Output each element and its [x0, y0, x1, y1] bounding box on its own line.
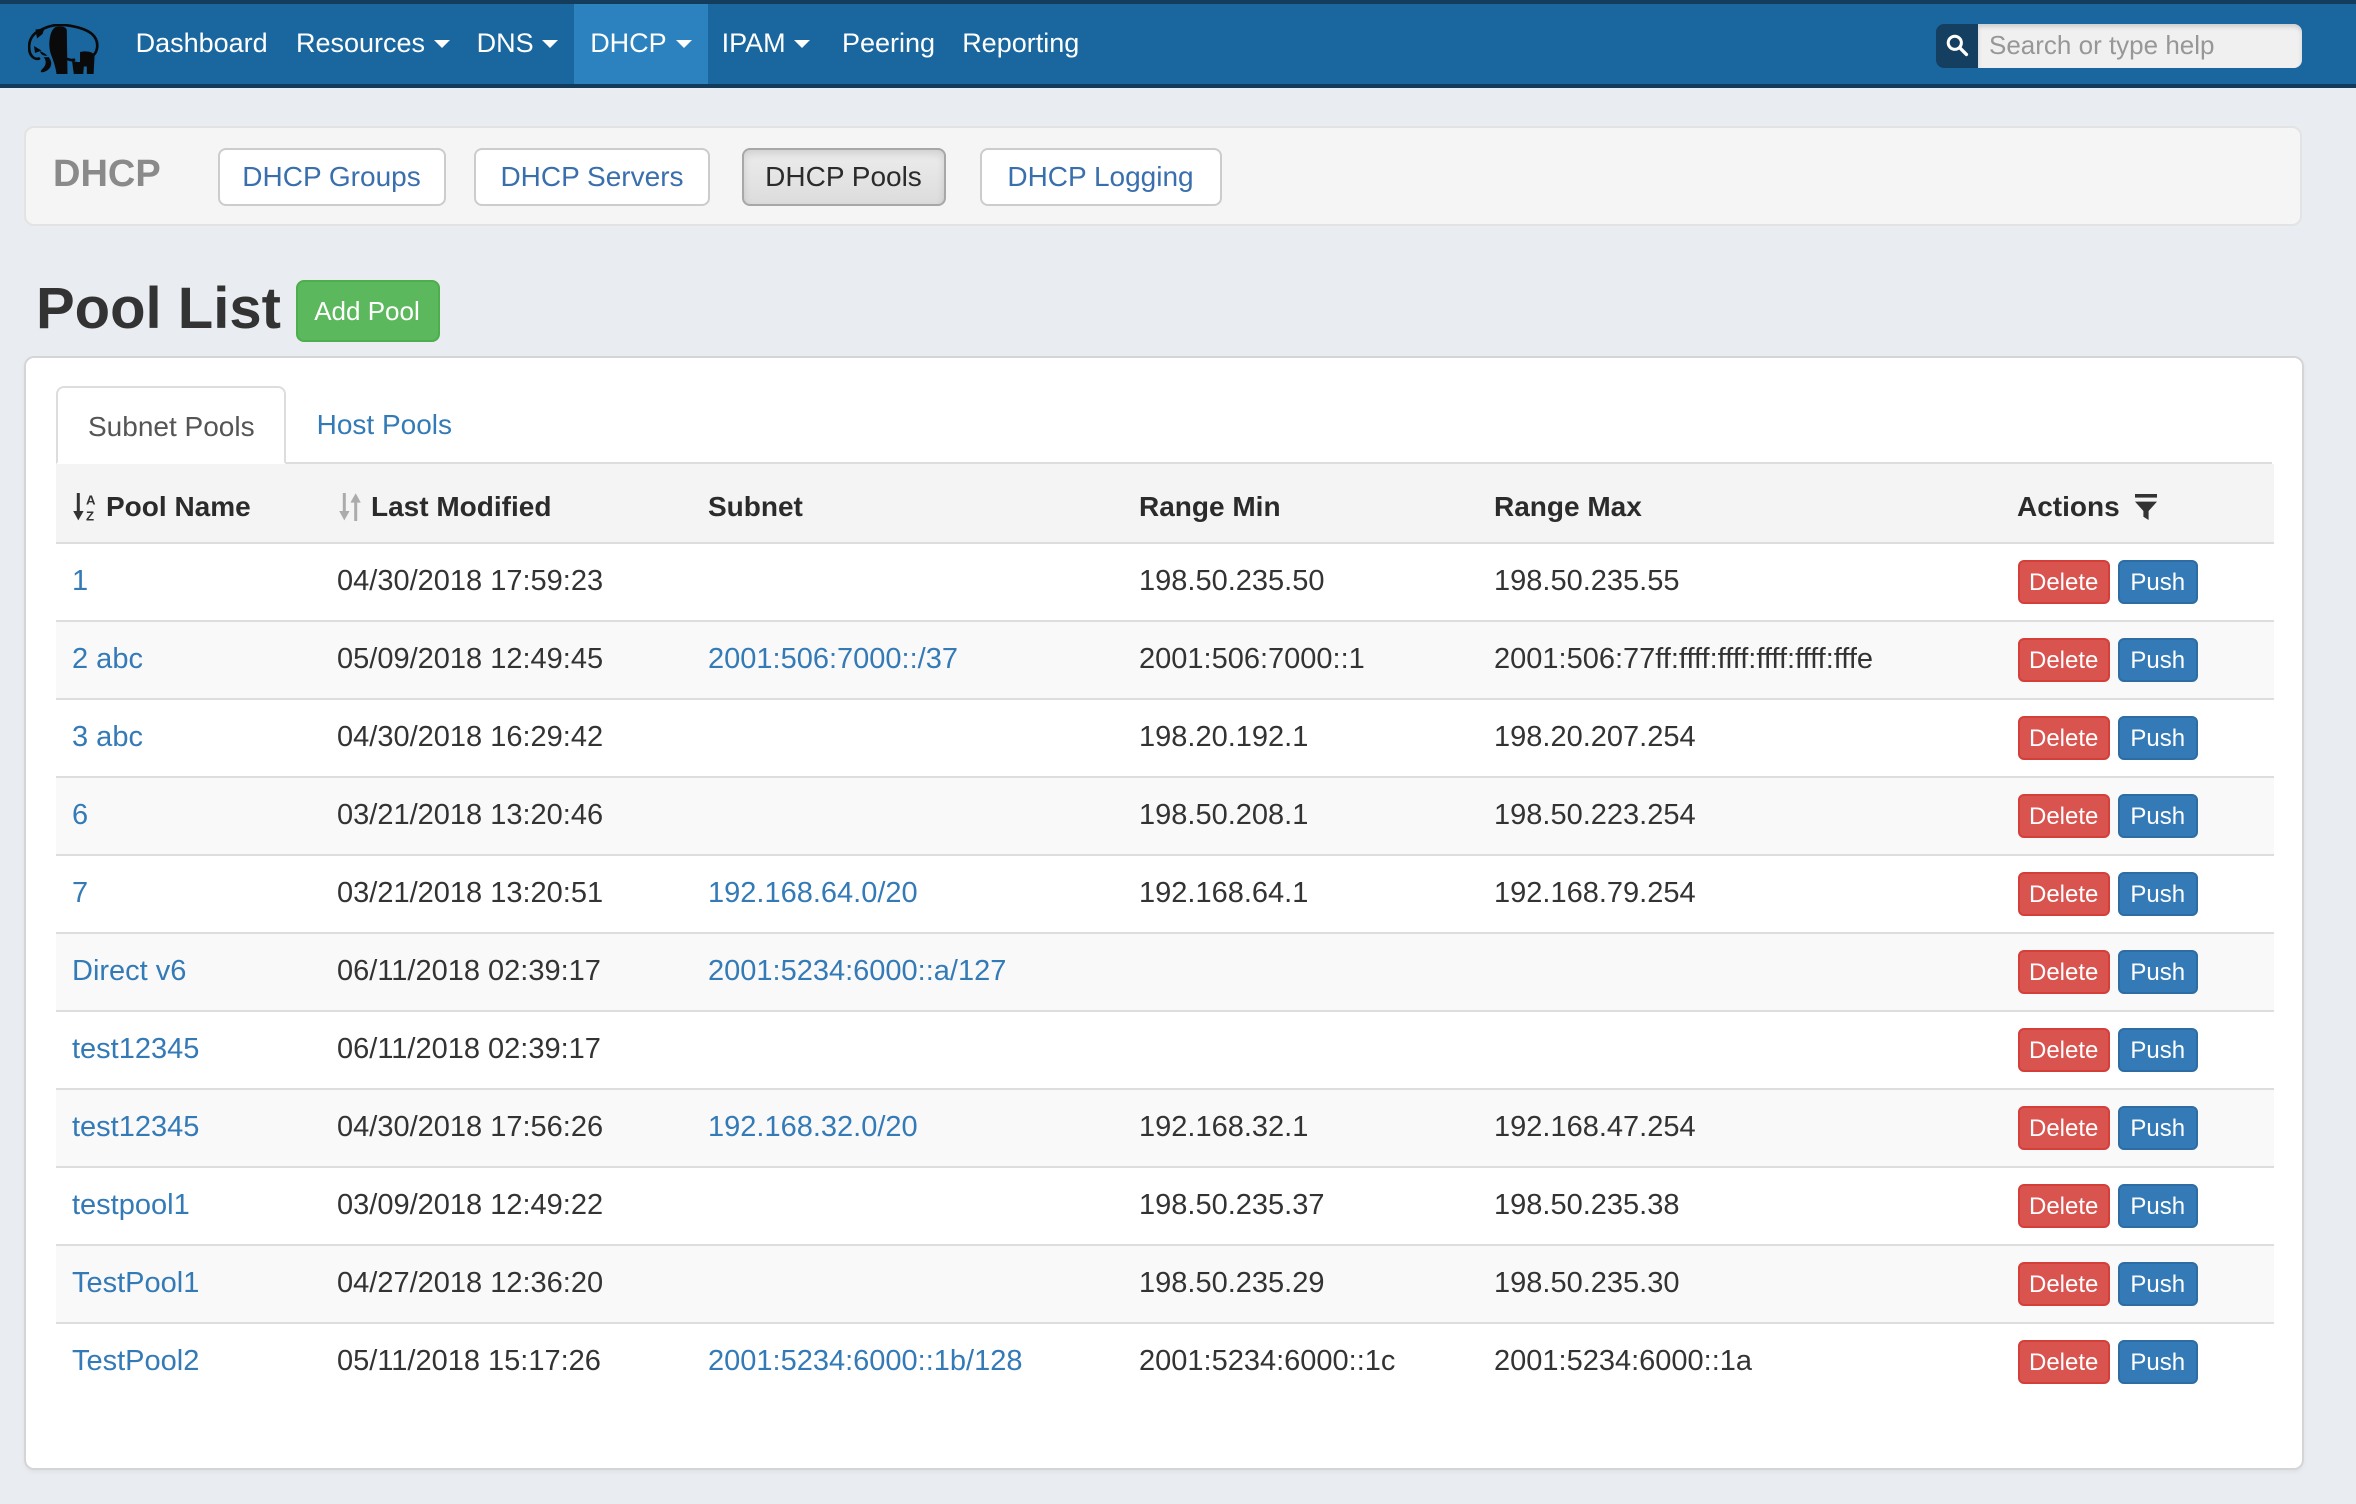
svg-text:A: A [86, 493, 96, 508]
svg-text:Z: Z [86, 509, 94, 523]
